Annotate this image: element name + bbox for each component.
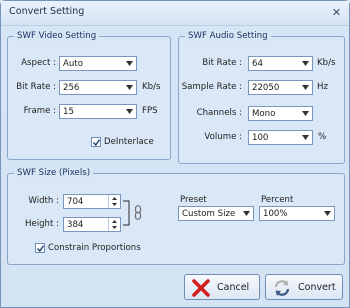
width-down-arrow-icon[interactable] (109, 202, 120, 209)
video-setting-title: SWF Video Setting (14, 30, 100, 42)
width-label: Width : (28, 196, 59, 206)
chevron-down-icon (123, 57, 136, 70)
aspect-value: Auto (63, 59, 83, 69)
percent-select[interactable]: 100% (259, 206, 335, 221)
chevron-down-icon (299, 57, 312, 70)
height-stepper[interactable]: 384 (63, 217, 121, 232)
volume-select[interactable]: 100 (248, 130, 313, 145)
channels-select[interactable]: Mono (248, 106, 313, 121)
frame-select[interactable]: 15 (59, 104, 137, 119)
percent-label: Percent (261, 195, 294, 205)
title-bar: Convert Setting ✕ (1, 1, 349, 26)
width-value: 704 (67, 197, 84, 207)
audio-bitrate-label: Bit Rate : (202, 58, 242, 68)
channels-value: Mono (252, 109, 276, 119)
chain-link-icon[interactable] (134, 205, 142, 220)
percent-value: 100% (263, 209, 288, 219)
deinterlace-label: DeInterlace (104, 137, 154, 147)
chevron-down-icon (123, 105, 136, 118)
video-bitrate-label: Bit Rate : (16, 82, 56, 92)
volume-unit: % (318, 132, 327, 142)
video-bitrate-unit: Kb/s (142, 82, 161, 92)
chevron-down-icon (123, 81, 136, 94)
volume-value: 100 (252, 133, 269, 143)
preset-label: Preset (180, 195, 207, 205)
convert-button[interactable]: Convert (265, 274, 343, 300)
frame-unit: FPS (142, 106, 158, 116)
preset-select[interactable]: Custom Size (178, 206, 254, 221)
chevron-down-icon (321, 207, 334, 220)
aspect-label: Aspect : (21, 58, 56, 68)
video-bitrate-value: 256 (63, 83, 80, 93)
width-stepper[interactable]: 704 (63, 194, 121, 209)
red-x-icon (192, 279, 210, 297)
convert-arrows-icon (274, 280, 290, 296)
volume-label: Volume : (204, 132, 242, 142)
audio-setting-title: SWF Audio Setting (185, 30, 271, 42)
cancel-label: Cancel (217, 282, 250, 293)
chevron-down-icon (240, 207, 253, 220)
audio-bitrate-unit: Kb/s (317, 58, 336, 68)
samplerate-value: 22050 (252, 83, 280, 93)
checkmark-icon (93, 139, 100, 146)
height-label: Height : (24, 219, 59, 229)
frame-value: 15 (63, 107, 74, 117)
chevron-down-icon (299, 131, 312, 144)
checkmark-icon (37, 245, 44, 252)
channels-label: Channels : (196, 108, 242, 118)
deinterlace-checkbox[interactable] (91, 137, 101, 147)
convert-setting-window: Convert Setting ✕ SWF Video Setting Aspe… (0, 0, 350, 308)
aspect-select[interactable]: Auto (59, 56, 137, 71)
audio-bitrate-value: 64 (252, 59, 263, 69)
close-icon[interactable]: ✕ (330, 6, 343, 19)
chevron-down-icon (299, 107, 312, 120)
size-title: SWF Size (Pixels) (14, 167, 94, 179)
convert-label: Convert (298, 282, 336, 293)
height-value: 384 (67, 220, 84, 230)
frame-label: Frame : (23, 106, 56, 116)
constrain-checkbox[interactable] (35, 243, 45, 253)
height-down-arrow-icon[interactable] (109, 225, 120, 232)
video-bitrate-select[interactable]: 256 (59, 80, 137, 95)
cancel-button[interactable]: Cancel (184, 274, 260, 300)
constrain-bracket (123, 200, 130, 226)
constrain-label: Constrain Proportions (48, 243, 141, 253)
samplerate-label: Sample Rate : (181, 82, 242, 92)
preset-value: Custom Size (182, 209, 236, 219)
samplerate-unit: Hz (317, 82, 328, 92)
audio-bitrate-select[interactable]: 64 (248, 56, 313, 71)
samplerate-select[interactable]: 22050 (248, 80, 313, 95)
chevron-down-icon (299, 81, 312, 94)
window-title: Convert Setting (9, 6, 85, 17)
